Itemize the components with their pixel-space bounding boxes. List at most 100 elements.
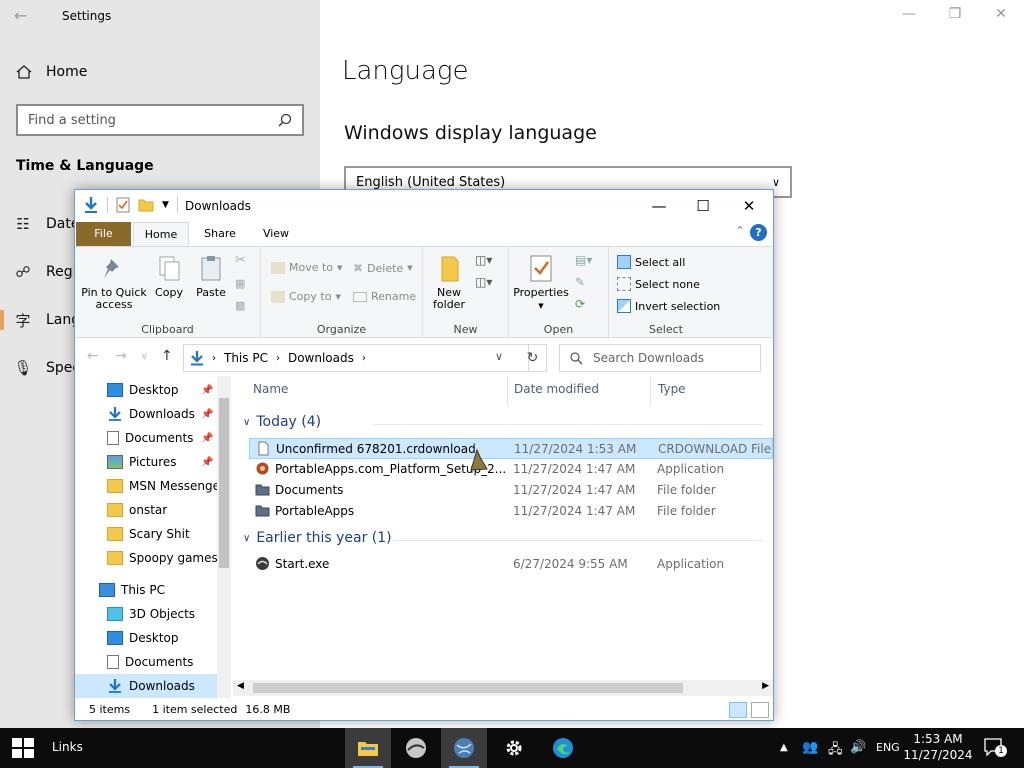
details-view-icon[interactable] (729, 702, 747, 718)
breadcrumb-this-pc[interactable]: This PC (224, 351, 268, 365)
paste-shortcut-icon[interactable]: ▩ (235, 299, 245, 312)
new-item-icon[interactable]: ◫▾ (475, 253, 492, 267)
group-header-earlier-this-year[interactable]: ∨ Earlier this year (1) (243, 530, 763, 546)
download-arrow-icon[interactable] (83, 196, 99, 214)
new-folder-icon[interactable] (138, 198, 154, 212)
help-icon[interactable]: ? (750, 224, 767, 241)
back-arrow-icon[interactable]: ← (87, 348, 99, 364)
select-all-button[interactable]: Select all (617, 255, 685, 269)
nav-item-documents-pc[interactable]: Documents (75, 650, 217, 674)
taskbar-clock[interactable]: 1:53 AM 11/27/2024 (902, 731, 974, 763)
file-row[interactable]: PortableApps 11/27/2024 1:47 AM File fol… (249, 501, 773, 522)
nav-item-label: 3D Objects (129, 607, 196, 621)
nav-item-onstar[interactable]: onstar (75, 498, 217, 522)
history-icon[interactable]: ⟳ (575, 297, 585, 311)
rename-button[interactable]: Rename (353, 290, 416, 303)
properties-checkmark-icon[interactable] (116, 197, 130, 213)
address-bar[interactable]: › This PC › Downloads › (183, 344, 529, 372)
column-header-date-modified[interactable]: Date modified (514, 382, 599, 396)
taskbar-globe-app[interactable] (441, 728, 487, 768)
cut-scissors-icon[interactable]: ✂ (235, 253, 246, 268)
taskbar-settings[interactable] (491, 728, 537, 768)
tab-share[interactable]: Share (195, 222, 245, 246)
collapse-ribbon-icon[interactable]: ⌃ (735, 224, 745, 238)
delete-button[interactable]: ✖ Delete ▼ (353, 261, 413, 275)
download-arrow-icon (109, 407, 121, 421)
tab-view[interactable]: View (251, 222, 301, 246)
up-arrow-icon[interactable]: ↑ (161, 348, 173, 364)
tab-home[interactable]: Home (133, 222, 189, 246)
file-row[interactable]: Documents 11/27/2024 1:47 AM File folder (249, 480, 773, 501)
copy-to-button[interactable]: Copy to ▼ (271, 290, 341, 303)
input-language-indicator[interactable]: ENG (876, 741, 900, 754)
new-folder-button[interactable]: New folder (429, 253, 469, 311)
nav-item-msn-messenger[interactable]: MSN Messenger (75, 474, 225, 498)
move-to-button[interactable]: Move to ▼ (271, 261, 342, 274)
volume-icon[interactable]: 🔊 (850, 740, 866, 755)
file-row[interactable]: Start.exe 6/27/2024 9:55 AM Application (249, 554, 773, 575)
network-icon[interactable]: 🖧 (828, 740, 843, 762)
forward-arrow-icon[interactable]: → (115, 348, 127, 364)
column-header-name[interactable]: Name (253, 382, 288, 396)
open-icon[interactable]: ▤▾ (575, 253, 592, 267)
explorer-search-input[interactable]: Search Downloads (559, 344, 761, 372)
nav-item-spoopy-games[interactable]: Spoopy games (75, 546, 218, 570)
customize-toolbar-icon[interactable]: ▼ (162, 200, 169, 210)
nav-item-documents[interactable]: Documents 📌 (75, 426, 217, 450)
horizontal-scrollbar[interactable]: ◀ ▶ (233, 680, 773, 696)
tab-file[interactable]: File (76, 222, 131, 246)
nav-item-scary-shit[interactable]: Scary Shit (75, 522, 217, 546)
action-center-icon[interactable]: 1 (984, 738, 1007, 757)
taskbar-file-explorer[interactable] (345, 728, 391, 768)
nav-item-this-pc[interactable]: This PC (75, 578, 217, 602)
address-history-dropdown-icon[interactable]: ∨ (495, 350, 503, 363)
minimize-icon[interactable]: — (637, 194, 681, 218)
settings-search-input[interactable]: Find a setting (16, 104, 304, 136)
file-date: 11/27/2024 1:47 AM (513, 504, 636, 518)
column-header-type[interactable]: Type (658, 382, 686, 396)
quick-access-toolbar: ▼ (83, 196, 178, 214)
restore-icon[interactable]: ❐ (942, 6, 968, 26)
scroll-right-icon[interactable]: ▶ (762, 681, 769, 691)
nav-item-pictures[interactable]: Pictures 📌 (75, 450, 217, 474)
nav-item-desktop[interactable]: Desktop 📌 (75, 378, 217, 402)
move-to-icon (271, 261, 285, 274)
windows-start-icon[interactable] (12, 738, 34, 758)
column-separator[interactable] (650, 376, 651, 406)
edit-icon[interactable]: ✎ (575, 275, 585, 289)
back-arrow-icon[interactable]: ← (14, 6, 34, 26)
select-none-button[interactable]: Select none (617, 277, 700, 291)
close-icon[interactable]: ✕ (988, 6, 1014, 26)
easy-access-icon[interactable]: ◫▾ (475, 275, 492, 289)
file-row[interactable]: PortableApps.com_Platform_Setup_2... 11/… (249, 459, 773, 480)
settings-home-link[interactable]: Home (16, 64, 87, 80)
copy-button[interactable]: Copy (151, 253, 187, 299)
maximize-icon[interactable]: ☐ (681, 194, 725, 218)
show-hidden-icons-chevron[interactable]: ▲ (780, 742, 788, 753)
scroll-left-icon[interactable]: ◀ (237, 681, 244, 691)
nav-pane-scroll-thumb[interactable] (219, 398, 229, 568)
people-icon[interactable]: 👥 (802, 740, 818, 755)
breadcrumb-downloads[interactable]: Downloads (288, 351, 354, 365)
horizontal-scroll-thumb[interactable] (253, 683, 683, 693)
properties-button[interactable]: Properties ▼ (513, 253, 569, 312)
large-icons-view-icon[interactable] (751, 702, 769, 718)
copy-path-icon[interactable]: ▦ (235, 277, 245, 290)
nav-item-downloads[interactable]: Downloads 📌 (75, 402, 217, 426)
nav-item-3d-objects[interactable]: 3D Objects (75, 602, 217, 626)
invert-selection-button[interactable]: Invert selection (617, 299, 720, 313)
column-separator[interactable] (507, 376, 508, 406)
refresh-icon[interactable]: ↻ (519, 344, 547, 372)
recent-locations-icon[interactable]: ∨ (141, 352, 148, 362)
minimize-icon[interactable]: — (896, 6, 922, 26)
nav-item-downloads-pc[interactable]: Downloads (75, 674, 217, 698)
pin-to-quick-access-button[interactable]: Pin to Quick access (81, 253, 147, 311)
nav-item-desktop-pc[interactable]: Desktop (75, 626, 217, 650)
group-header-today[interactable]: ∨ Today (4) (243, 414, 763, 430)
file-row[interactable]: Unconfirmed 678201.crdownload 11/27/2024… (249, 438, 773, 459)
paste-button[interactable]: Paste (193, 253, 229, 299)
close-icon[interactable]: ✕ (727, 194, 771, 218)
taskbar-edge[interactable] (540, 728, 586, 768)
links-toolbar[interactable]: Links (52, 740, 83, 754)
taskbar-steam[interactable] (393, 728, 439, 768)
